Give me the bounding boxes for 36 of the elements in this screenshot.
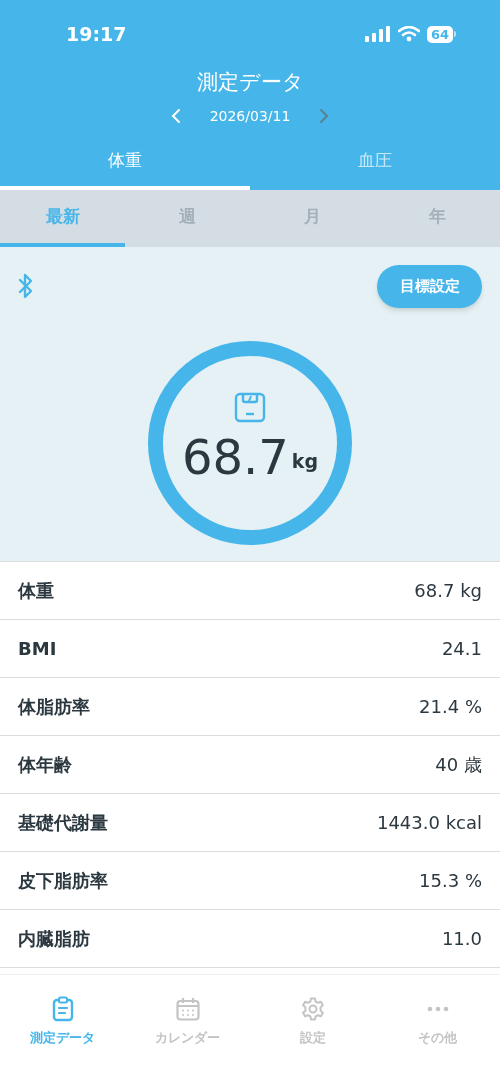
battery-icon: 64 xyxy=(426,25,456,43)
metric-label: 体年齢 xyxy=(18,753,72,777)
metric-value: 1443.0 kcal xyxy=(376,811,482,835)
more-icon xyxy=(426,1006,449,1012)
metric-value: 11.0 xyxy=(441,927,482,951)
clipboard-icon xyxy=(51,996,74,1022)
date-label: 2026/03/11 xyxy=(209,106,291,126)
metric-label: BMI xyxy=(18,637,57,661)
weight-value: 68.7 xyxy=(181,431,289,483)
signal-icon xyxy=(364,26,391,42)
nav-tab[interactable]: カレンダー xyxy=(125,995,250,1082)
nav-tab[interactable]: 設定 xyxy=(250,995,375,1082)
nav-tab[interactable]: その他 xyxy=(375,995,500,1082)
metric-label: 体重 xyxy=(18,579,54,603)
screen-title: 測定データ xyxy=(195,69,305,96)
metric-label: 体脂肪率 xyxy=(18,695,90,719)
metric-value: 68.7 kg xyxy=(414,579,482,603)
metric-value: 15.3 % xyxy=(419,869,482,893)
metric-label: 内臓脂肪 xyxy=(18,927,90,951)
scale-icon xyxy=(234,391,266,423)
bluetooth-icon xyxy=(18,273,34,299)
metric-value: 40 歳 xyxy=(435,753,482,777)
metric-label: 基礎代謝量 xyxy=(18,811,108,835)
settings-icon xyxy=(300,997,325,1021)
wifi-icon xyxy=(397,26,420,42)
chevron-right-icon xyxy=(319,108,330,124)
weight-unit: kg xyxy=(291,448,319,474)
metric-label: 皮下脂肪率 xyxy=(18,869,108,893)
metric-value: 24.1 xyxy=(441,637,482,661)
tab[interactable]: 血圧 xyxy=(250,136,500,190)
nav-tab[interactable]: 測定データ xyxy=(0,995,125,1082)
status-time: 19:17 xyxy=(66,21,127,47)
chevron-left-icon xyxy=(170,108,181,124)
metric-value: 21.4 % xyxy=(419,695,482,719)
goal-setting-button[interactable]: 目標設定 xyxy=(377,265,482,308)
calendar-icon xyxy=(175,997,200,1021)
